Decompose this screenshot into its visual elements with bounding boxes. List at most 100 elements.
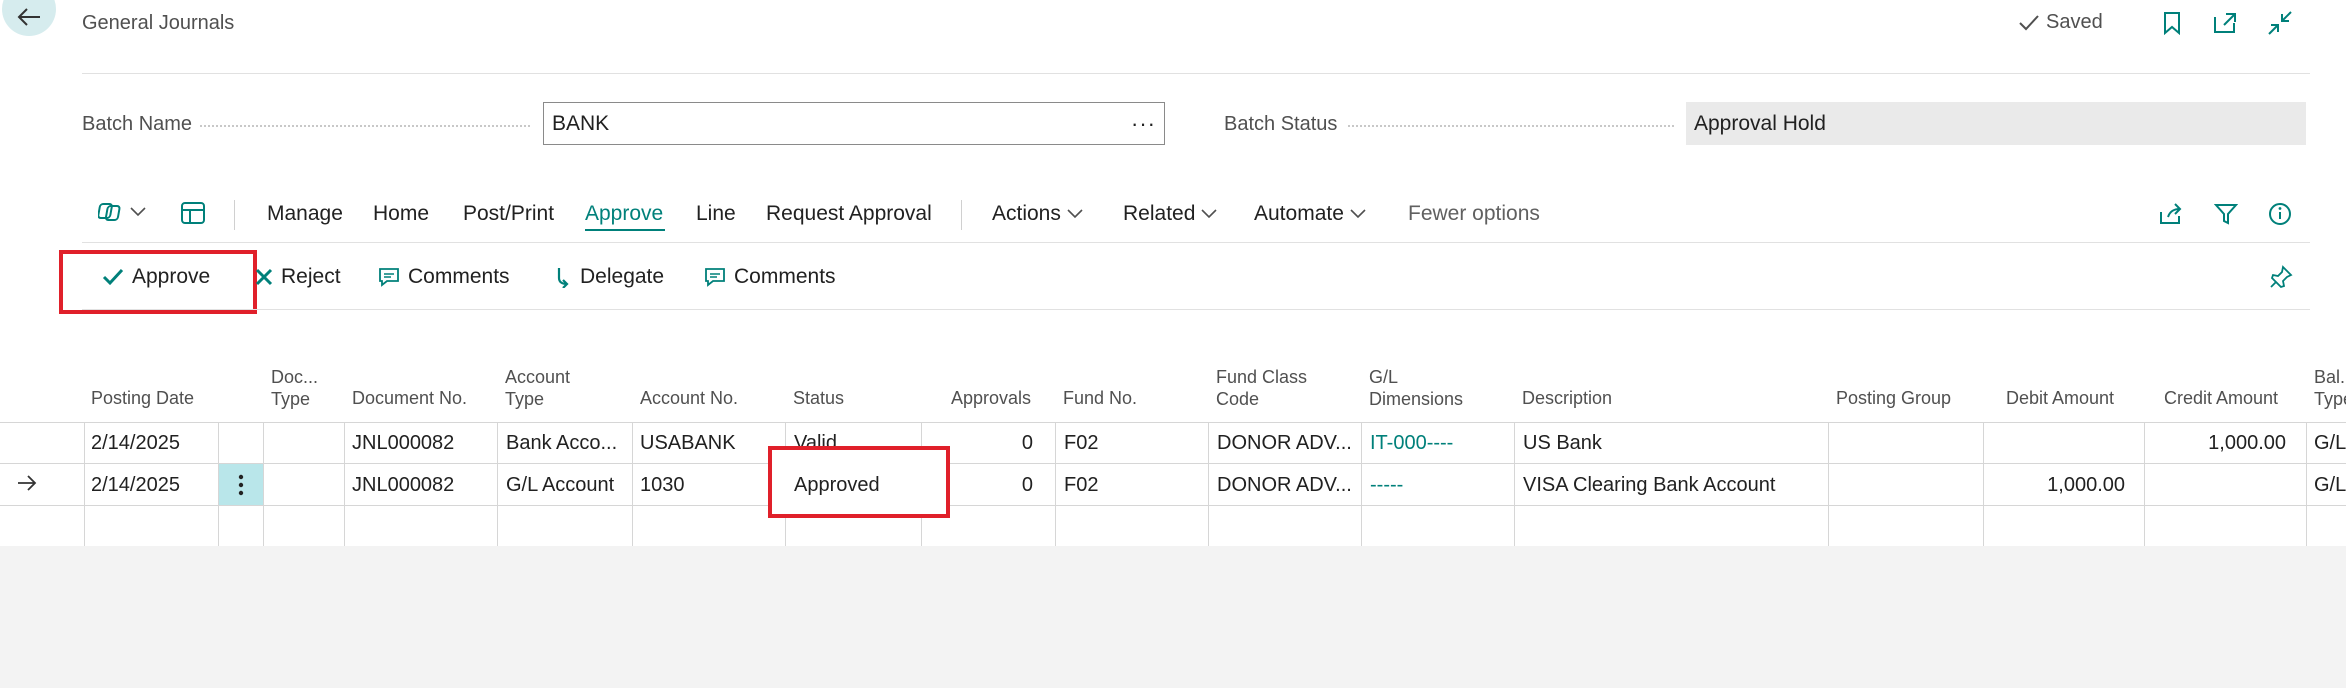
reject-button[interactable]: Reject (255, 265, 341, 289)
approve-button[interactable]: Approve (102, 265, 210, 289)
grid-line (0, 422, 2346, 423)
col-bal-type[interactable]: Bal. Type (2314, 366, 2346, 410)
chevron-down-icon (1201, 209, 1217, 219)
comments-button-2[interactable]: Comments (704, 265, 836, 289)
grid-col-line (263, 422, 264, 546)
row1-posting-date[interactable]: 2/14/2025 (91, 432, 180, 455)
col-bal-line2: Type (2314, 389, 2346, 409)
row1-fund-no[interactable]: F02 (1064, 432, 1098, 455)
pin-button[interactable] (2266, 262, 2296, 292)
row2-document-no[interactable]: JNL000082 (352, 474, 454, 497)
menu-request-approval[interactable]: Request Approval (766, 202, 932, 226)
batch-name-input[interactable]: BANK ··· (543, 102, 1165, 145)
row2-account-type[interactable]: G/L Account (506, 474, 614, 497)
row1-bal-type[interactable]: G/L (2314, 432, 2346, 455)
menu-post-print[interactable]: Post/Print (463, 202, 554, 226)
col-posting-group[interactable]: Posting Group (1836, 387, 1951, 409)
row1-document-no[interactable]: JNL000082 (352, 432, 454, 455)
row2-approvals[interactable]: 0 (940, 474, 1033, 497)
row2-bal-type[interactable]: G/L (2314, 474, 2346, 497)
row1-account-no[interactable]: USABANK (640, 432, 736, 455)
row2-fund-class[interactable]: DONOR ADV... (1217, 474, 1352, 497)
col-debit-amount[interactable]: Debit Amount (2006, 387, 2114, 409)
batch-status-field: Approval Hold (1686, 102, 2306, 145)
comment-icon (705, 268, 725, 287)
row2-posting-date[interactable]: 2/14/2025 (91, 474, 180, 497)
chevron-down-icon (130, 207, 146, 217)
delegate-button-label: Delegate (580, 265, 665, 288)
menu-approve-underline (585, 229, 665, 231)
col-status[interactable]: Status (793, 387, 844, 409)
filter-button[interactable] (2211, 199, 2241, 229)
col-credit-amount[interactable]: Credit Amount (2164, 387, 2278, 409)
row-arrow-icon (16, 474, 38, 497)
row1-gl-dimensions[interactable]: IT-000---- (1370, 432, 1453, 455)
share-button[interactable] (2156, 199, 2186, 229)
comments-button-label: Comments (408, 265, 510, 288)
col-document-no[interactable]: Document No. (352, 387, 467, 409)
menu-manage[interactable]: Manage (267, 202, 343, 226)
layout-button[interactable] (180, 200, 206, 226)
checkmark-icon (2019, 14, 2039, 30)
grid-col-line (1055, 422, 1056, 546)
col-gl-dim-line2: Dimensions (1369, 389, 1464, 409)
open-new-window-button[interactable] (2210, 8, 2240, 38)
reject-x-icon (255, 268, 273, 286)
col-approvals[interactable]: Approvals (951, 387, 1031, 409)
row1-approvals[interactable]: 0 (940, 432, 1033, 455)
menu-line[interactable]: Line (696, 202, 736, 226)
row1-credit-amount[interactable]: 1,000.00 (2150, 432, 2286, 455)
col-posting-date[interactable]: Posting Date (91, 387, 194, 409)
row1-fund-class[interactable]: DONOR ADV... (1217, 432, 1352, 455)
menu-related[interactable]: Related (1123, 202, 1217, 226)
row2-account-no[interactable]: 1030 (640, 474, 685, 497)
menu-actions[interactable]: Actions (992, 202, 1083, 226)
batch-name-label: Batch Name (82, 113, 193, 135)
back-button[interactable] (2, 0, 56, 36)
col-account-type[interactable]: Account Type (505, 366, 570, 410)
menu-fewer-options[interactable]: Fewer options (1408, 202, 1540, 226)
menu-separator (961, 200, 962, 230)
menu-approve[interactable]: Approve (585, 202, 663, 226)
grid-col-line (1514, 422, 1515, 546)
col-fund-class-code[interactable]: Fund Class Code (1216, 366, 1307, 410)
row1-account-type[interactable]: Bank Acco... (506, 432, 617, 455)
back-arrow-icon (17, 8, 40, 26)
col-description[interactable]: Description (1522, 387, 1612, 409)
row2-debit-amount[interactable]: 1,000.00 (1990, 474, 2125, 497)
kebab-menu-icon (238, 474, 244, 495)
col-doc-type-line2: Type (271, 389, 311, 409)
menu-home[interactable]: Home (373, 202, 429, 226)
col-gl-dimensions[interactable]: G/L Dimensions (1369, 366, 1463, 410)
row2-status[interactable]: Approved (794, 474, 880, 497)
comments-button[interactable]: Comments (378, 265, 510, 289)
col-gl-dim-line1: G/L (1369, 367, 1399, 387)
menu-actions-label: Actions (992, 202, 1061, 225)
collapse-button[interactable] (2265, 8, 2295, 38)
grid-col-line (1828, 422, 1829, 546)
col-doc-type[interactable]: Doc... Type (271, 366, 318, 410)
grid-empty-area (0, 546, 2346, 688)
share-icon (2160, 203, 2182, 224)
menu-automate[interactable]: Automate (1254, 202, 1366, 226)
delegate-button[interactable]: Delegate (554, 265, 664, 289)
grid-col-line (2144, 422, 2145, 546)
subaction-divider (82, 309, 2310, 310)
row2-description[interactable]: VISA Clearing Bank Account (1523, 474, 1775, 497)
grid-col-line (344, 422, 345, 546)
layout-icon (181, 202, 205, 224)
bookmark-button[interactable] (2157, 8, 2187, 38)
info-button[interactable] (2265, 199, 2295, 229)
row2-fund-no[interactable]: F02 (1064, 474, 1098, 497)
bookmark-icon (2164, 12, 2180, 35)
row-actions-menu[interactable] (219, 464, 263, 505)
col-fund-class-line1: Fund Class (1216, 367, 1308, 387)
col-account-no[interactable]: Account No. (640, 387, 738, 409)
col-fund-no[interactable]: Fund No. (1063, 387, 1137, 409)
col-account-type-line2: Type (505, 389, 545, 409)
row2-gl-dimensions[interactable]: ----- (1370, 474, 1403, 497)
row1-description[interactable]: US Bank (1523, 432, 1602, 455)
copilot-menu-button[interactable] (98, 200, 146, 224)
batch-name-leader (200, 125, 530, 127)
lookup-ellipsis-icon[interactable]: ··· (1131, 111, 1156, 137)
